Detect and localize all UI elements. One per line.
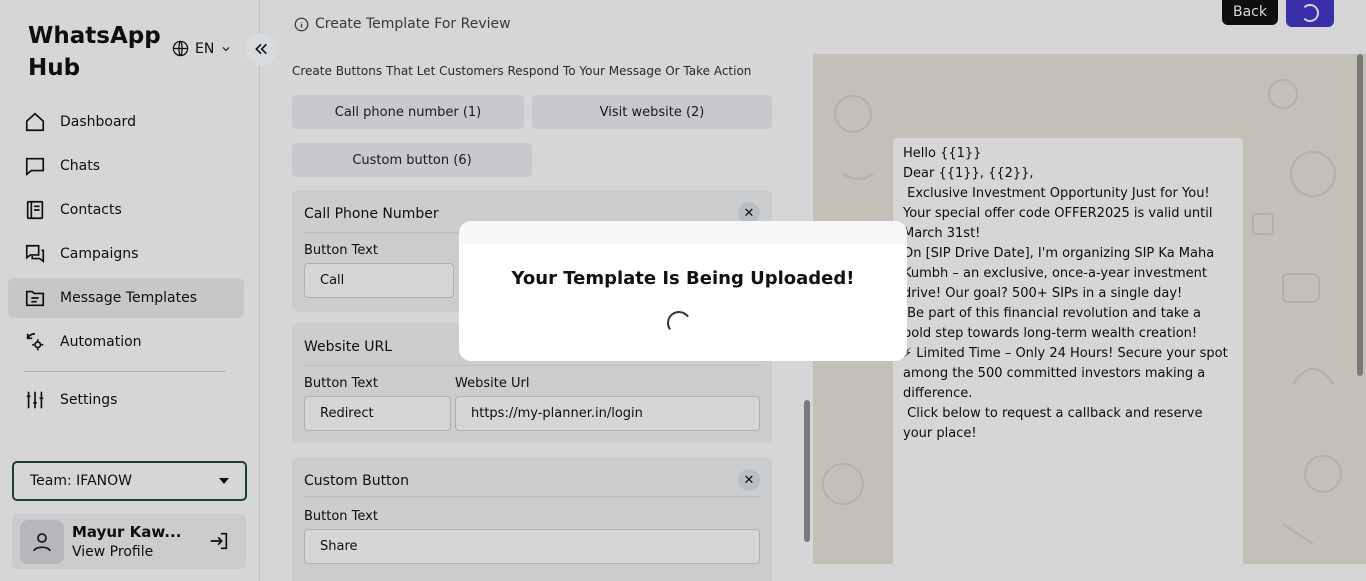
modal-title: Your Template Is Being Uploaded! [511,268,855,289]
upload-modal: Your Template Is Being Uploaded! [459,221,907,361]
modal-header [459,221,907,244]
collapse-sidebar-button[interactable] [245,33,277,65]
double-chevron-left-icon [255,43,267,55]
loading-spinner-icon [665,309,693,337]
